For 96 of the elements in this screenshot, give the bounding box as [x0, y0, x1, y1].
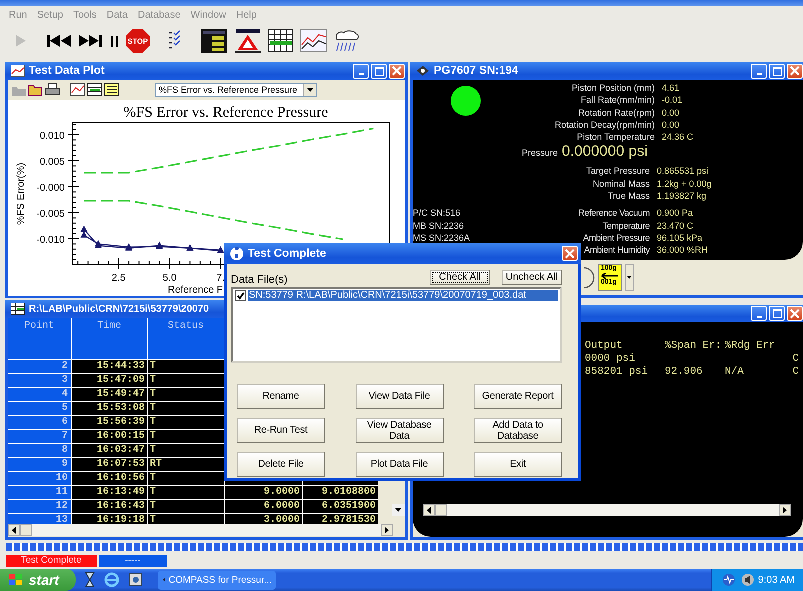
row-header: 2 [8, 360, 71, 373]
window-title: Test Data Plot [29, 65, 105, 77]
reading-value: 1.2kg + 0.00g [657, 178, 713, 190]
table-cell: 9.0000 [264, 487, 300, 498]
reading-label: Nominal Mass [592, 178, 650, 190]
list-label: Data File(s) [231, 274, 288, 286]
reading-label: True Mass [608, 190, 650, 202]
table-cell: 15:47:09 [72, 374, 147, 387]
window-title: Test Complete [248, 248, 326, 260]
clock: 9:03 AM [758, 574, 795, 586]
table-cell: T [148, 472, 224, 485]
reading-value: 0.865531 psi [657, 165, 710, 178]
reading-value: 4.61 [662, 82, 681, 94]
table-cell: T [148, 500, 224, 513]
output-value: C [792, 353, 799, 365]
row-header: 10 [8, 472, 71, 485]
window-title: PG7607 SN:194 [434, 65, 518, 77]
status-panel: Test Complete [6, 555, 97, 567]
reading-label: Piston Temperature [577, 131, 655, 144]
reading-label: Fall Rate(mm/min) [580, 94, 655, 107]
serial-number: MS SN:2236A [413, 232, 470, 243]
reading-value: 1.193827 kg [657, 190, 708, 202]
row-header: 8 [8, 444, 71, 457]
table-cell: 6.0351900 [322, 501, 376, 512]
table-cell: 15:53:08 [72, 402, 147, 415]
table-cell: T [148, 444, 224, 457]
table-cell: T [148, 388, 224, 401]
table-cell: 16:13:49 [72, 486, 147, 499]
pressure-label: Pressure [522, 148, 558, 158]
y-tick-label: -0.005 [36, 208, 65, 220]
column-header: %Span Er: [665, 340, 723, 352]
output-value: C [792, 366, 799, 378]
y-tick-label: 0.005 [40, 156, 65, 168]
x-axis-label: Reference F [168, 285, 224, 296]
x-tick-label: 2.5 [112, 273, 126, 284]
table-cell: 15:49:47 [72, 388, 147, 401]
output-value: 92.906 [665, 366, 703, 378]
row-header: 11 [8, 486, 71, 499]
table-cell: T [148, 430, 224, 443]
reading-value: -0.01 [662, 94, 684, 107]
y-tick-label: 0.010 [40, 130, 65, 142]
x-tick-label: 5.0 [162, 273, 177, 284]
reading-value: 0.900 Pa [657, 207, 694, 220]
table-cell: T [148, 416, 224, 429]
table-cell: T [148, 374, 224, 387]
table-cell: 2.9781530 [322, 515, 376, 526]
table-cell: T [148, 360, 224, 373]
column-header: Output [585, 340, 624, 352]
reading-value: 36.000 %RH [657, 244, 710, 257]
table-cell: 16:10:56 [72, 472, 147, 485]
table-cell: 16:00:15 [72, 430, 147, 443]
reading-value: 23.470 C [657, 220, 695, 232]
column-header: %Rdg Err [725, 340, 776, 352]
y-axis-label: %FS Error(%) [16, 162, 27, 226]
status-panel: ----- [99, 555, 167, 567]
reading-label: Reference Vacuum [578, 207, 650, 220]
row-header: 5 [8, 402, 71, 415]
table-cell: T [148, 486, 224, 499]
table-cell: 9.0108800 [322, 487, 376, 498]
table-cell: RT [148, 458, 224, 471]
row-header: 3 [8, 374, 71, 387]
reading-label: Rotation Rate(rpm) [578, 106, 655, 119]
reading-label: Ambient Humidity [584, 244, 650, 257]
row-header: 4 [8, 388, 71, 401]
table-cell: 16:03:47 [72, 444, 147, 457]
x-tick-label: 7. [216, 273, 225, 284]
table-cell: 3.0000 [264, 515, 300, 526]
reading-label: Piston Position (mm) [572, 82, 655, 94]
table-cell: 6.0000 [264, 501, 300, 512]
reading-value: 96.105 kPa [657, 232, 704, 244]
reading-value: 0.00 [662, 106, 681, 119]
output-value: N/A [725, 366, 744, 378]
serial-number: MB SN:2236 [413, 220, 464, 231]
output-value: 0000 psi [585, 353, 636, 365]
table-cell: 16:07:53 [72, 458, 147, 471]
reading-value: 24.36 C [662, 131, 695, 144]
reading-label: Rotation Decay(rpm/min) [554, 118, 655, 132]
y-tick-label: -0.010 [36, 235, 65, 246]
reading-value: 0.00 [662, 118, 681, 132]
reading-label: Temperature [602, 220, 650, 232]
row-header: 6 [8, 416, 71, 429]
chart-title: %FS Error vs. Reference Pressure [124, 105, 328, 121]
table-cell: 15:56:39 [72, 416, 147, 429]
window-title: R:\LAB\Public\CRN\7215i\53779\20070 [29, 304, 210, 314]
table-cell: 15:44:33 [72, 360, 147, 373]
serial-number: P/C SN:516 [413, 208, 461, 218]
table-cell: T [148, 402, 224, 415]
reading-label: Ambient Pressure [583, 232, 650, 244]
output-value: 858201 psi [585, 366, 648, 378]
row-header: 12 [8, 500, 71, 513]
row-header: 7 [8, 430, 71, 443]
table-cell: 16:16:43 [72, 500, 147, 513]
row-header: 9 [8, 458, 71, 471]
y-tick-label: -0.000 [36, 182, 65, 194]
pressure-value: 0.000000 psi [562, 143, 649, 160]
reading-label: Target Pressure [586, 165, 650, 178]
